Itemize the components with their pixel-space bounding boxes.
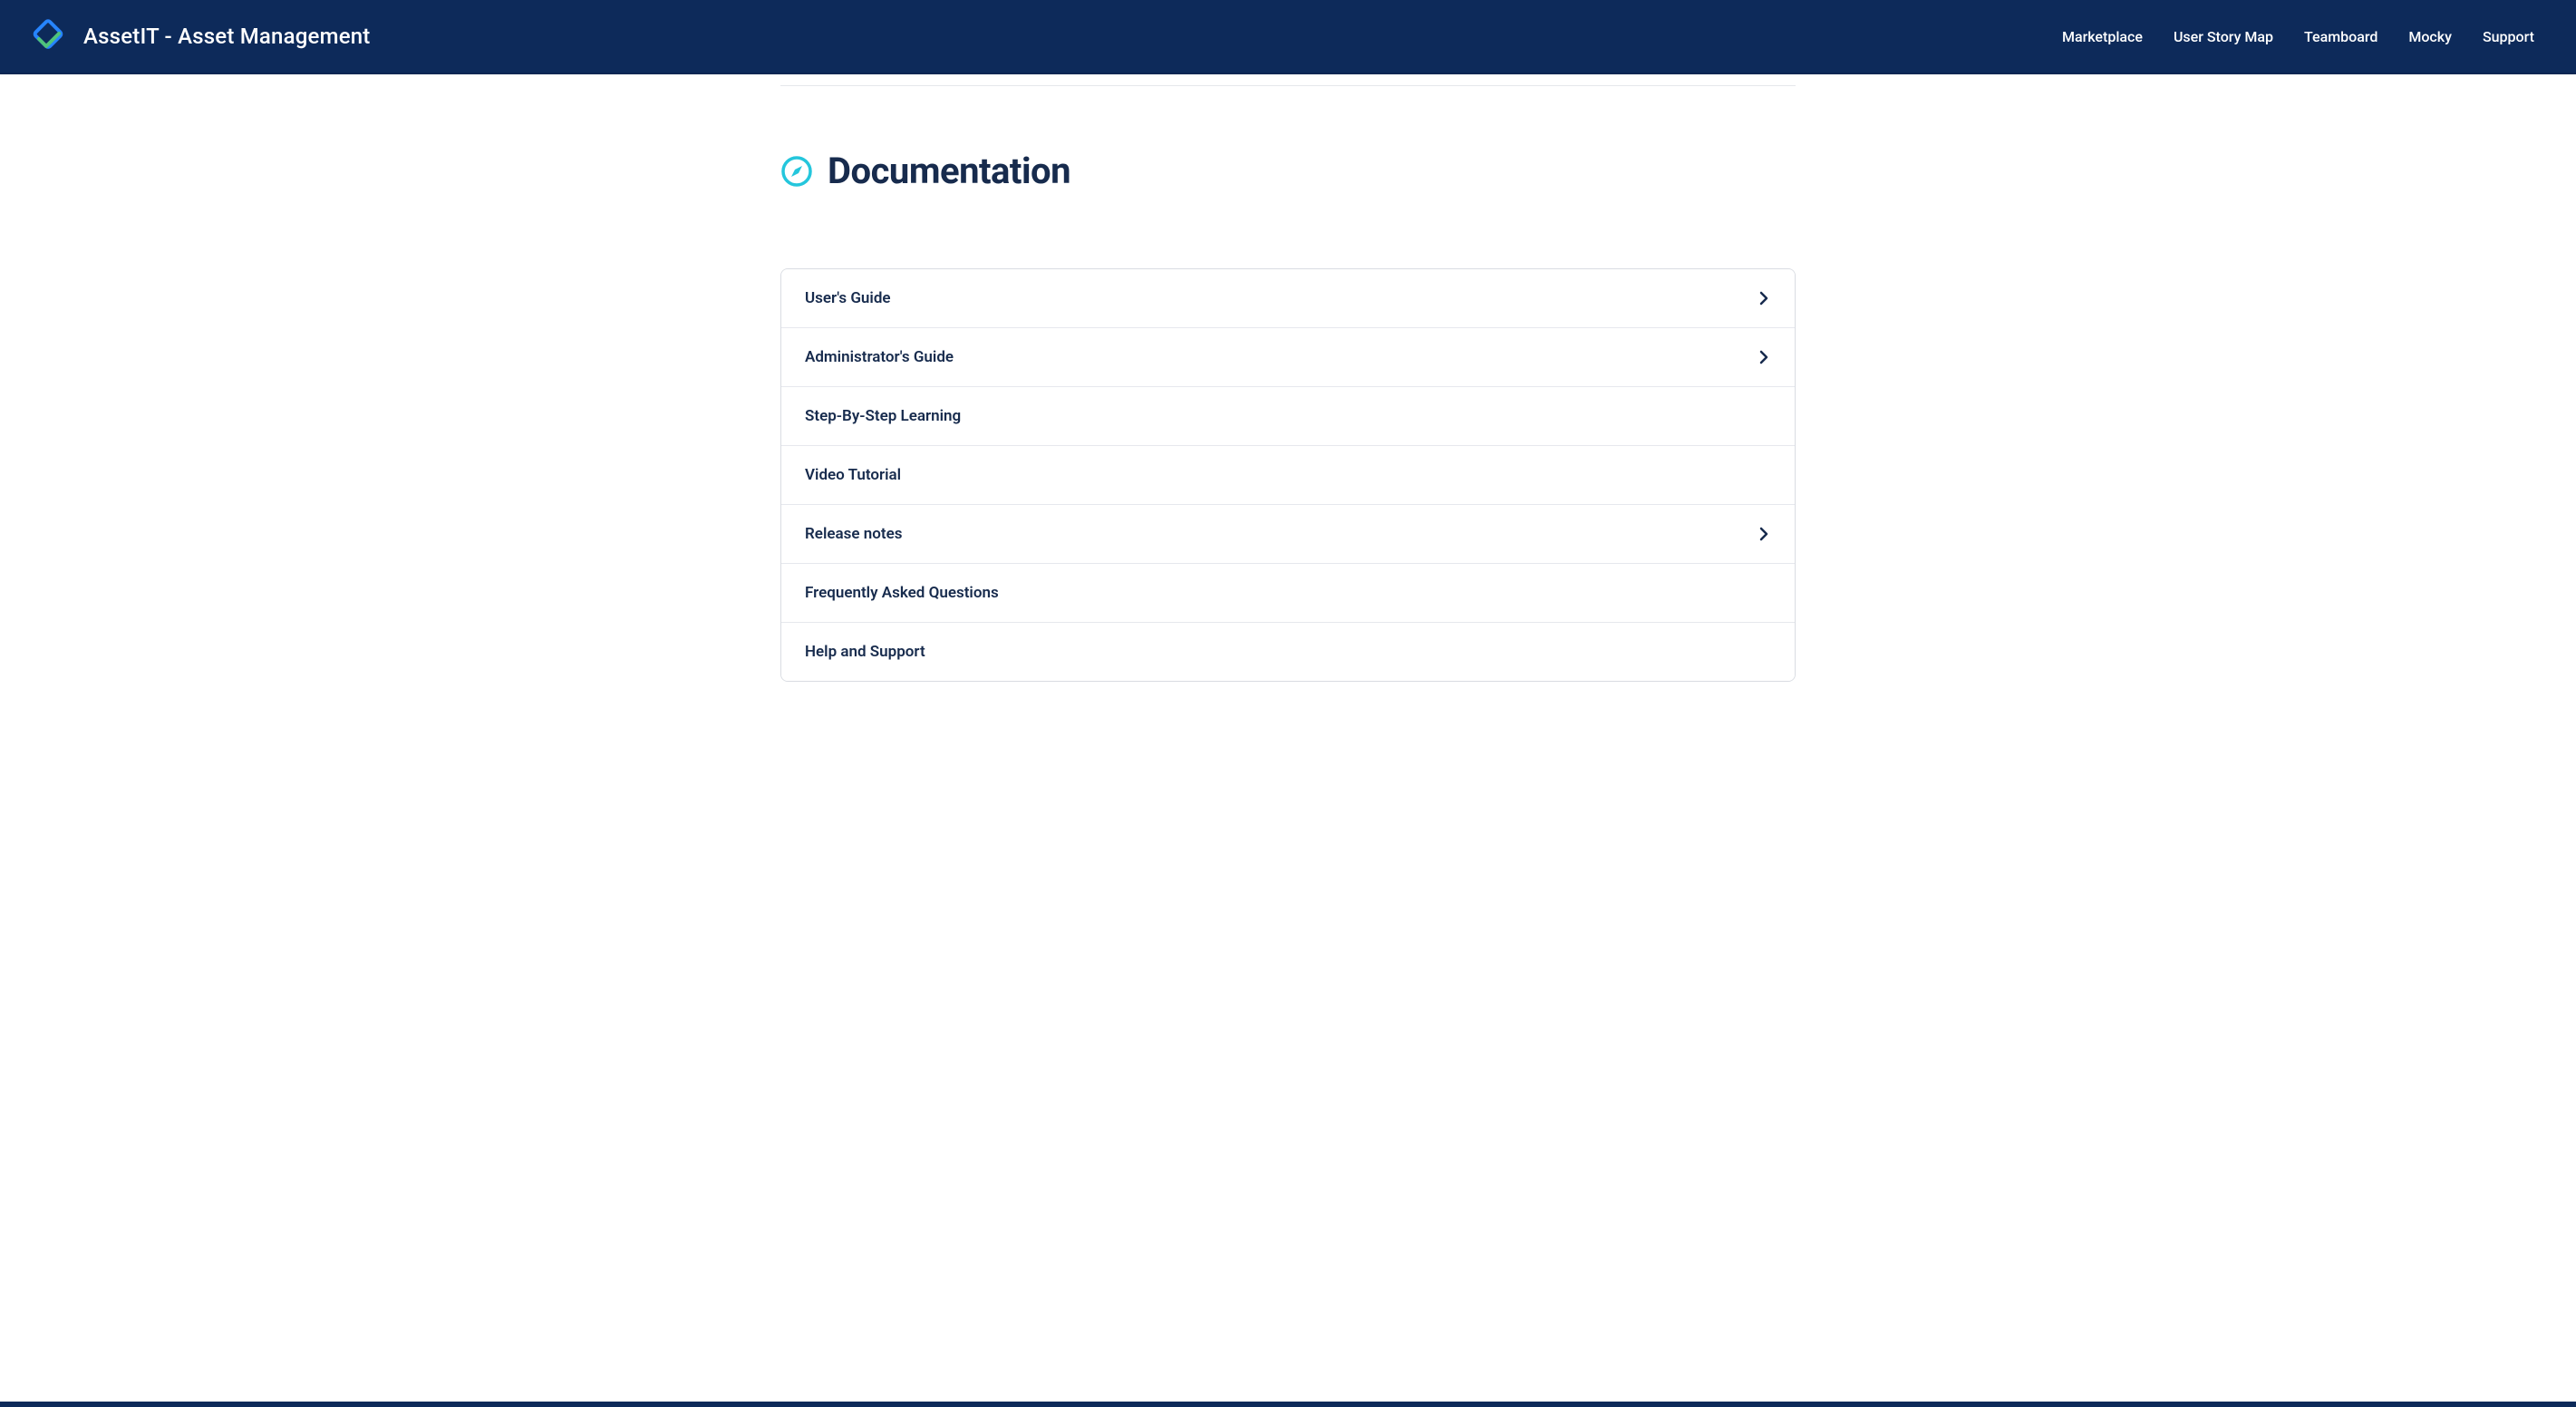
nav-marketplace[interactable]: Marketplace: [2062, 28, 2143, 45]
doc-release-notes[interactable]: Release notes: [781, 505, 1795, 564]
doc-admin-guide[interactable]: Administrator's Guide: [781, 328, 1795, 387]
doc-row-label: Help and Support: [805, 643, 925, 661]
page-title: Documentation: [828, 150, 1070, 192]
nav-mocky[interactable]: Mocky: [2408, 28, 2452, 45]
product-title: AssetIT - Asset Management: [83, 24, 371, 49]
product-logo-icon[interactable]: [29, 17, 67, 55]
nav-right: Marketplace User Story Map Teamboard Moc…: [2062, 28, 2534, 45]
top-nav: AssetIT - Asset Management Marketplace U…: [0, 0, 2576, 74]
nav-teamboard[interactable]: Teamboard: [2304, 28, 2377, 45]
page-heading-row: Documentation: [780, 150, 1796, 192]
doc-row-label: Step-By-Step Learning: [805, 407, 961, 425]
nav-support[interactable]: Support: [2483, 28, 2534, 45]
doc-users-guide[interactable]: User's Guide: [781, 269, 1795, 328]
chevron-right-icon: [1757, 291, 1771, 306]
page-content: Documentation User's Guide Administrator'…: [780, 85, 1796, 754]
doc-list: User's Guide Administrator's Guide Step-By…: [780, 268, 1796, 682]
doc-help-support[interactable]: Help and Support: [781, 623, 1795, 681]
chevron-right-icon: [1757, 350, 1771, 364]
nav-user-story-map[interactable]: User Story Map: [2174, 28, 2273, 45]
doc-faq[interactable]: Frequently Asked Questions: [781, 564, 1795, 623]
doc-row-label: User's Guide: [805, 289, 891, 307]
doc-video-tutorial[interactable]: Video Tutorial: [781, 446, 1795, 505]
doc-row-label: Release notes: [805, 525, 902, 543]
doc-row-label: Frequently Asked Questions: [805, 584, 999, 602]
doc-row-label: Video Tutorial: [805, 466, 901, 484]
chevron-right-icon: [1757, 527, 1771, 541]
compass-icon: [780, 155, 813, 188]
doc-step-by-step[interactable]: Step-By-Step Learning: [781, 387, 1795, 446]
nav-left: AssetIT - Asset Management: [29, 17, 371, 55]
bottom-bar: [0, 1402, 2576, 1407]
doc-row-label: Administrator's Guide: [805, 348, 954, 366]
divider: [780, 85, 1796, 86]
